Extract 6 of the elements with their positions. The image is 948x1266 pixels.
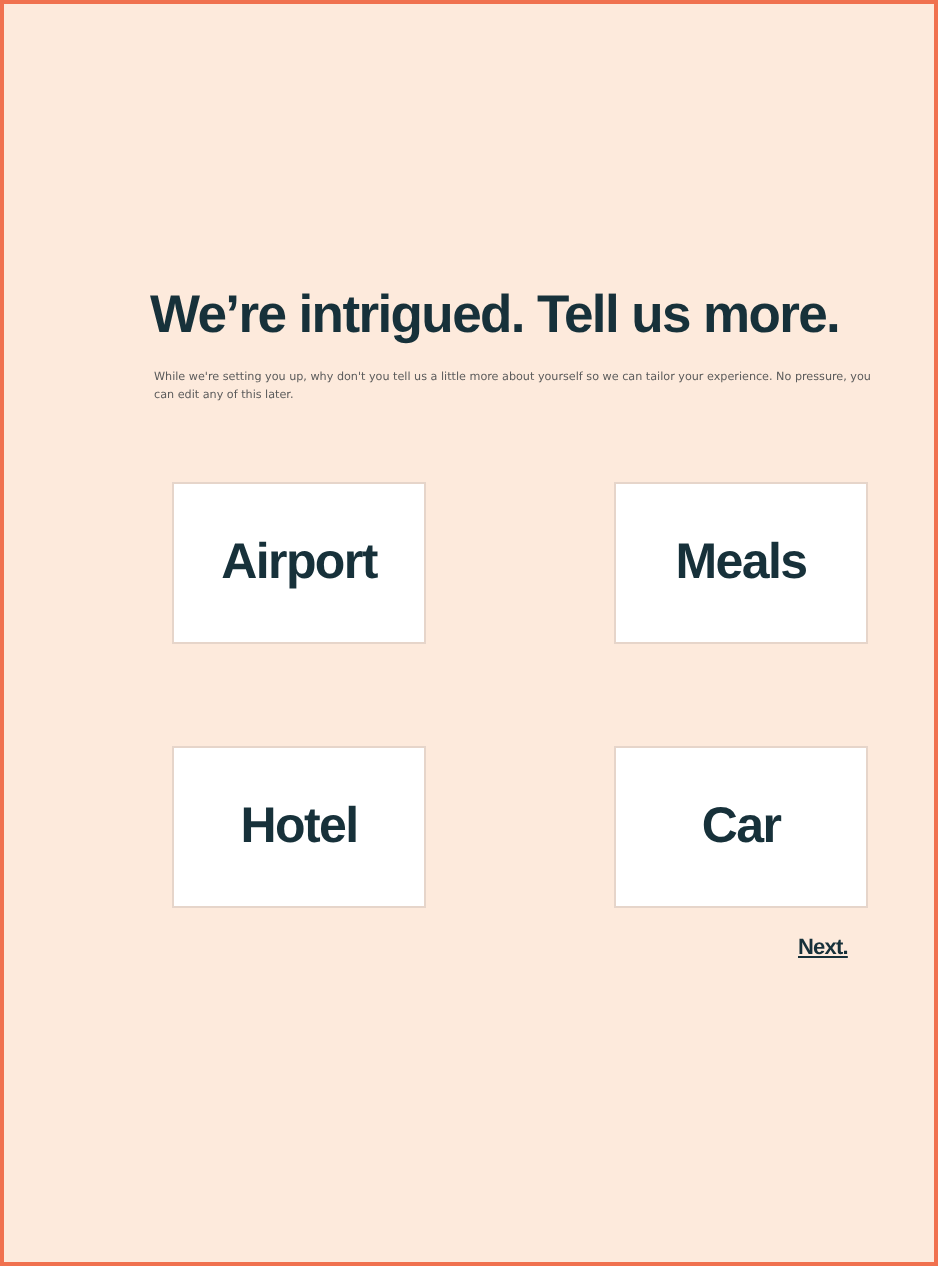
option-card[interactable]: Hotel	[172, 746, 426, 908]
option-card[interactable]: Airport	[172, 482, 426, 644]
next-link[interactable]: Next.	[798, 936, 848, 960]
page-title: We’re intrigued. Tell us more.	[150, 284, 842, 346]
option-card[interactable]: Car	[614, 746, 868, 908]
option-card[interactable]: Meals	[614, 482, 868, 644]
